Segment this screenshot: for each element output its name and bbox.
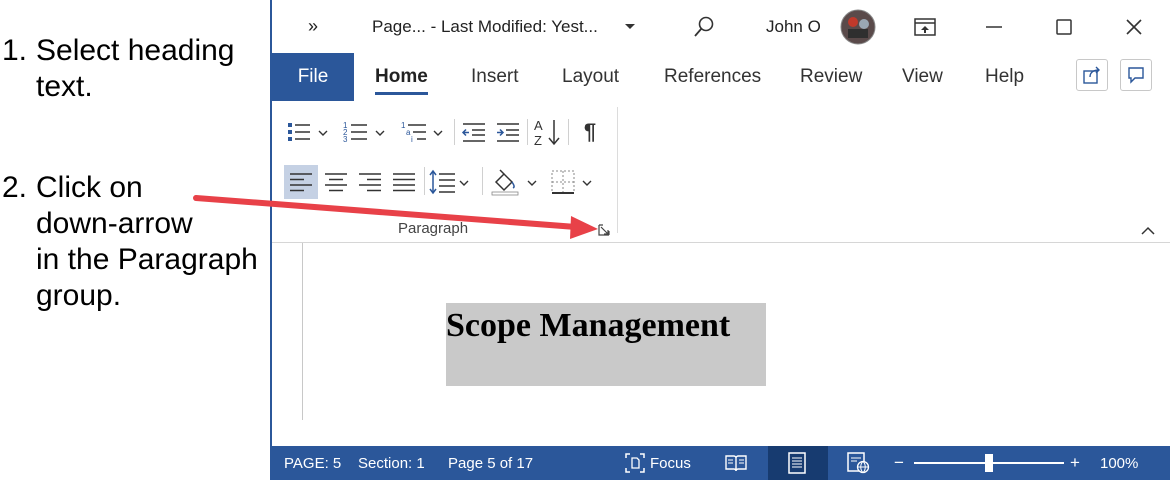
increase-indent-button[interactable] [492, 117, 524, 147]
zoom-slider[interactable] [914, 446, 1064, 480]
multilevel-list-icon: 1ai [401, 121, 443, 144]
document-title[interactable]: Page... - Last Modified: Yest... [372, 0, 598, 53]
focus-icon [625, 453, 645, 473]
user-name[interactable]: John O [766, 0, 821, 53]
justify-button[interactable] [388, 165, 420, 199]
web-layout-button[interactable] [846, 446, 870, 480]
decrease-indent-icon [461, 123, 485, 142]
svg-text:Z: Z [534, 133, 542, 147]
paragraph-dialog-launcher[interactable] [596, 222, 612, 238]
web-layout-icon [847, 452, 870, 474]
status-bar: PAGE: 5 Section: 1 Page 5 of 17 Focus − … [272, 446, 1170, 480]
status-section[interactable]: Section: 1 [358, 446, 425, 480]
selected-heading[interactable]: Scope Management [446, 303, 766, 386]
instruction-step-1: 1. Select heading text. [0, 33, 270, 113]
minimize-icon[interactable] [984, 0, 1004, 53]
line-spacing-button[interactable] [428, 165, 476, 199]
focus-button[interactable] [624, 446, 646, 480]
page-margin-line [302, 243, 303, 420]
paragraph-group-label: Paragraph [398, 220, 469, 237]
maximize-icon[interactable] [1054, 0, 1074, 53]
svg-text:A: A [534, 118, 543, 133]
title-bar: » Page... - Last Modified: Yest... John … [272, 0, 1170, 53]
print-layout-icon [787, 446, 807, 480]
comments-button[interactable] [1120, 59, 1152, 91]
chevron-down-icon[interactable] [624, 0, 636, 53]
show-formatting-button[interactable]: ¶ [574, 117, 606, 147]
chevron-up-icon [1141, 226, 1155, 235]
decrease-indent-button[interactable] [458, 117, 490, 147]
read-mode-button[interactable] [724, 446, 748, 480]
comment-icon [1128, 67, 1144, 84]
sort-button[interactable]: A Z [530, 115, 564, 149]
shading-button[interactable] [488, 165, 544, 199]
share-icon [1083, 66, 1100, 84]
instruction-step-2: 2. Click on down-arrow in the Paragraph … [0, 170, 270, 320]
ribbon-tabs: File Home Insert Layout References Revie… [272, 53, 1170, 101]
bullets-button[interactable] [284, 117, 334, 147]
heading-text[interactable]: Scope Management [446, 307, 730, 345]
increase-indent-icon [497, 123, 519, 142]
align-center-button[interactable] [320, 165, 352, 199]
bullets-icon [288, 123, 328, 141]
borders-button[interactable] [548, 165, 598, 199]
align-right-button[interactable] [354, 165, 386, 199]
overflow-button[interactable]: » [308, 0, 318, 53]
dialog-launcher-icon [598, 224, 610, 236]
sort-icon: A Z [534, 118, 560, 147]
ribbon-display-icon[interactable] [914, 0, 936, 53]
close-icon[interactable] [1124, 0, 1144, 53]
svg-text:i: i [411, 135, 413, 144]
borders-icon [551, 170, 592, 194]
svg-text:3: 3 [343, 135, 348, 144]
numbering-button[interactable]: 123 [340, 117, 392, 147]
tab-help[interactable]: Help [985, 53, 1024, 101]
numbering-icon: 123 [343, 121, 385, 144]
shading-bucket-icon [491, 169, 537, 196]
status-page-count[interactable]: Page 5 of 17 [448, 446, 533, 480]
zoom-in-button[interactable]: + [1070, 446, 1080, 480]
step-number: 1. [2, 34, 28, 67]
avatar[interactable] [840, 0, 876, 53]
tab-insert[interactable]: Insert [471, 53, 519, 101]
align-left-icon [290, 173, 312, 192]
focus-label[interactable]: Focus [650, 446, 691, 480]
align-left-button[interactable] [284, 165, 318, 199]
line-spacing-icon [429, 169, 469, 195]
share-button[interactable] [1076, 59, 1108, 91]
align-center-icon [325, 173, 347, 192]
multilevel-list-button[interactable]: 1ai [398, 117, 450, 147]
align-right-icon [359, 173, 381, 192]
tab-layout[interactable]: Layout [562, 53, 619, 101]
step-number: 2. [2, 171, 28, 204]
zoom-slider-thumb[interactable] [985, 454, 993, 472]
read-mode-icon [725, 455, 747, 472]
step-text: Click on down-arrow in the Paragraph gro… [36, 171, 258, 312]
zoom-level[interactable]: 100% [1100, 446, 1138, 480]
search-icon[interactable] [692, 0, 716, 53]
zoom-out-button[interactable]: − [894, 446, 904, 480]
word-window: » Page... - Last Modified: Yest... John … [270, 0, 1170, 480]
step-text: Select heading text. [36, 34, 235, 103]
ribbon-paragraph-panel: 123 1ai A Z ¶ Paragraph [272, 101, 1170, 243]
tab-review[interactable]: Review [800, 53, 862, 101]
tab-file[interactable]: File [272, 53, 354, 101]
tab-references[interactable]: References [664, 53, 761, 101]
collapse-ribbon-button[interactable] [1138, 221, 1158, 241]
tab-home[interactable]: Home [375, 53, 428, 101]
justify-icon [393, 173, 415, 192]
tab-view[interactable]: View [902, 53, 943, 101]
status-page[interactable]: PAGE: 5 [284, 446, 341, 480]
document-canvas[interactable]: Scope Management [272, 243, 1170, 446]
